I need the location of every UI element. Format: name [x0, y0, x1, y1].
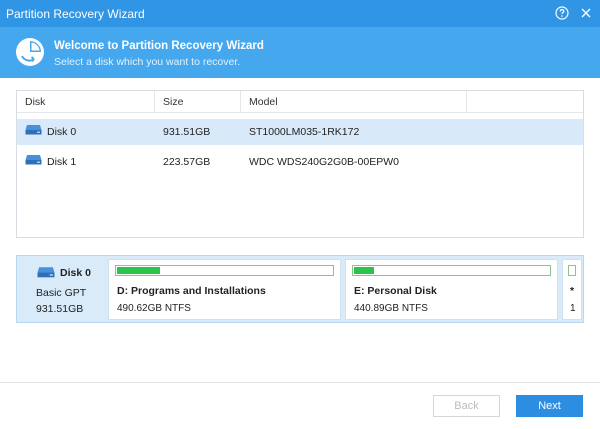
hard-disk-icon: [37, 266, 55, 281]
hard-disk-icon: [25, 149, 42, 175]
partition-d[interactable]: D: Programs and Installations 490.62GB N…: [108, 259, 341, 320]
partition-usage-fill: [117, 267, 160, 274]
disk-size: 223.57GB: [163, 156, 211, 168]
disk-name: Disk 0: [47, 126, 77, 138]
disk-model: ST1000LM035-1RK172: [249, 126, 360, 138]
partition-usage-bar: [115, 265, 334, 276]
wizard-footer: Back Next: [0, 382, 600, 429]
disk-map-name: Disk 0: [60, 267, 91, 279]
partition-name: E: Personal Disk: [354, 285, 437, 297]
partition-e[interactable]: E: Personal Disk 440.89GB NTFS: [345, 259, 558, 320]
back-button[interactable]: Back: [433, 395, 500, 417]
title-bar: Partition Recovery Wizard: [0, 0, 600, 27]
banner-subtitle: Select a disk which you want to recover.: [54, 56, 241, 68]
column-header-disk[interactable]: Disk: [17, 91, 155, 113]
partition-name: *: [570, 285, 575, 297]
disk-name: Disk 1: [47, 156, 77, 168]
partition-usage-fill: [354, 267, 374, 274]
column-header-model[interactable]: Model: [241, 91, 467, 113]
disk-size: 931.51GB: [163, 126, 211, 138]
disk-model: WDC WDS240G2G0B-00EPW0: [249, 156, 399, 168]
disk-map-size: 931.51GB: [36, 303, 84, 315]
disk-map-disk-info[interactable]: Disk 0 Basic GPT 931.51GB: [18, 257, 104, 321]
disk-map: Disk 0 Basic GPT 931.51GB D: Programs an…: [16, 255, 584, 323]
wizard-banner: Welcome to Partition Recovery Wizard Sel…: [0, 27, 600, 78]
disk-map-type: Basic GPT: [36, 287, 87, 299]
partition-recovery-logo-icon: [14, 36, 46, 68]
partition-usage-bar: [568, 265, 576, 276]
table-row-disk-0[interactable]: Disk 0 931.51GB ST1000LM035-1RK172: [17, 119, 583, 145]
partition-name: D: Programs and Installations: [117, 285, 266, 297]
partition-unnamed[interactable]: * 1: [562, 259, 582, 320]
banner-title: Welcome to Partition Recovery Wizard: [54, 40, 264, 52]
partition-info: 490.62GB NTFS: [117, 303, 191, 314]
help-icon[interactable]: [554, 5, 570, 21]
hard-disk-icon: [25, 119, 42, 145]
partition-info: 1: [570, 303, 576, 314]
column-header-size[interactable]: Size: [155, 91, 241, 113]
close-icon[interactable]: [578, 5, 594, 21]
partition-info: 440.89GB NTFS: [354, 303, 428, 314]
disk-table: Disk Size Model Disk 0 931.51GB ST1000LM…: [16, 90, 584, 238]
table-header: Disk Size Model: [17, 91, 583, 113]
window-title: Partition Recovery Wizard: [6, 7, 145, 21]
table-row-disk-1[interactable]: Disk 1 223.57GB WDC WDS240G2G0B-00EPW0: [17, 149, 583, 175]
partition-usage-bar: [352, 265, 551, 276]
next-button[interactable]: Next: [516, 395, 583, 417]
